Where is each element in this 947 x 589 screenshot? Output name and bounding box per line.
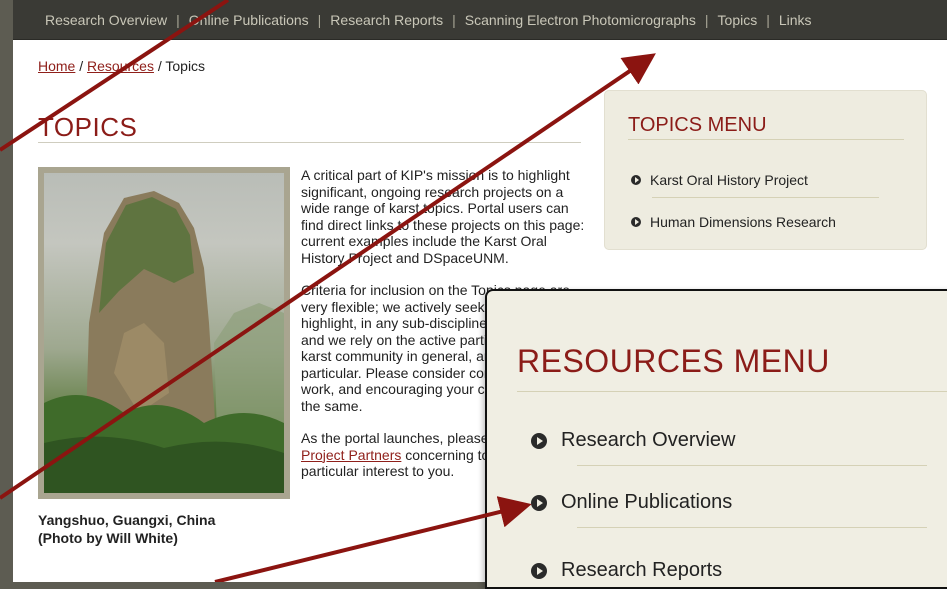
- breadcrumb-separator: /: [153, 58, 166, 74]
- page-title: TOPICS: [38, 112, 138, 142]
- menu-item-divider: [652, 197, 879, 198]
- nav-sem-photomicrographs[interactable]: Scanning Electron Photomicrographs: [465, 12, 696, 28]
- nav-separator: |: [176, 11, 180, 28]
- breadcrumb-separator: /: [75, 58, 88, 74]
- menu-item-divider: [577, 527, 927, 528]
- title-divider: [38, 142, 581, 143]
- topics-menu-item-human-dimensions[interactable]: Human Dimensions Research: [631, 214, 836, 230]
- nav-links[interactable]: Links: [779, 12, 812, 28]
- breadcrumb: Home / Resources / Topics: [38, 58, 205, 74]
- caption-location: Yangshuo, Guangxi, China: [38, 512, 216, 528]
- topics-menu-item-karst-oral-history[interactable]: Karst Oral History Project: [631, 172, 808, 188]
- resources-menu-item-online-publications[interactable]: Online Publications: [531, 491, 732, 514]
- menu-item-label: Karst Oral History Project: [650, 172, 808, 188]
- breadcrumb-resources-link[interactable]: Resources: [87, 58, 154, 74]
- breadcrumb-current: Topics: [165, 58, 206, 74]
- topics-menu-title: TOPICS MENU: [628, 114, 767, 136]
- paragraph-mission: A critical part of KIP's mission is to h…: [301, 167, 585, 266]
- topics-menu-divider: [628, 139, 904, 140]
- nav-online-publications[interactable]: Online Publications: [189, 12, 309, 28]
- arrow-circle-icon: [531, 432, 547, 449]
- topics-menu-panel: TOPICS MENU Karst Oral History Project H…: [604, 90, 927, 250]
- nav-separator: |: [766, 11, 770, 28]
- arrow-circle-icon: [531, 494, 547, 511]
- menu-item-label: Online Publications: [561, 491, 733, 513]
- nav-research-reports[interactable]: Research Reports: [330, 12, 443, 28]
- nav-separator: |: [317, 11, 322, 28]
- resources-menu-panel-zoomed: RESOURCES MENU Research Overview Online …: [485, 289, 947, 589]
- nav-topics[interactable]: Topics: [718, 12, 758, 28]
- menu-item-divider: [577, 465, 927, 466]
- menu-item-label: Research Reports: [561, 559, 723, 581]
- menu-item-label: Research Overview: [561, 429, 736, 451]
- top-navigation: Research Overview | Online Publications …: [13, 0, 947, 40]
- resources-menu-item-research-reports[interactable]: Research Reports: [531, 559, 722, 582]
- nav-separator: |: [704, 11, 709, 28]
- karst-tower-photo: [44, 173, 284, 493]
- photo-caption: Yangshuo, Guangxi, China (Photo by Will …: [38, 511, 278, 547]
- resources-menu-title: RESOURCES MENU: [517, 343, 830, 379]
- nav-research-overview[interactable]: Research Overview: [45, 12, 167, 28]
- nav-separator: |: [452, 11, 456, 28]
- resources-menu-item-research-overview[interactable]: Research Overview: [531, 429, 736, 452]
- karst-tower-illustration: [44, 191, 284, 493]
- resources-menu-divider: [517, 391, 947, 392]
- photo-frame: [38, 167, 290, 499]
- arrow-circle-icon: [531, 562, 547, 579]
- arrow-circle-icon: [631, 175, 641, 185]
- breadcrumb-home-link[interactable]: Home: [38, 58, 75, 74]
- menu-item-label: Human Dimensions Research: [650, 214, 836, 230]
- arrow-circle-icon: [631, 217, 641, 227]
- caption-credit: (Photo by Will White): [38, 530, 178, 546]
